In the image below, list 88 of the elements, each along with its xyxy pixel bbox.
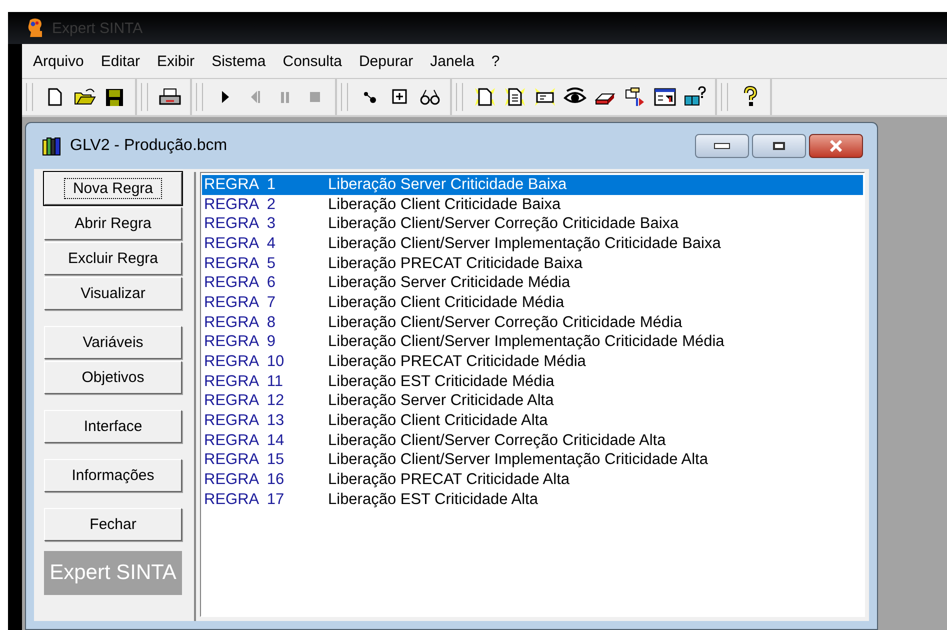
rule-description: Liberação Server Criticidade Alta — [328, 392, 554, 410]
sparkle-card-icon[interactable] — [533, 86, 557, 108]
rule-id: REGRA 2 — [203, 196, 276, 214]
rule-description: Liberação Client/Server Implementação Criticidade Alta — [328, 451, 708, 470]
rule-description: Liberação PRECAT Criticidade Média — [328, 353, 586, 372]
rule-id: REGRA 17 — [203, 490, 286, 509]
rule-row[interactable]: REGRA 2 Liberação Client Criticidade Baixa — [202, 194, 863, 214]
rule-row[interactable]: REGRA 16 Liberação PRECAT Criticidade Alta — [202, 470, 863, 490]
rule-id: REGRA 16 — [203, 471, 286, 490]
rule-id: REGRA 13 — [203, 412, 286, 430]
command-button[interactable]: Abrir Regra — [44, 207, 182, 240]
rule-id: REGRA 5 — [203, 254, 276, 273]
minimize-button[interactable] — [695, 134, 749, 158]
rule-row[interactable]: REGRA 4 Liberação Client/Server Implementação Criticidade Baixa — [202, 234, 863, 254]
rule-description: Liberação Client/Server Correção Criticidade Baixa — [328, 215, 679, 234]
rule-description: Liberação Client/Server Implementação Criticidade Baixa — [328, 234, 721, 253]
head-icon — [26, 18, 44, 38]
rule-id: REGRA 11 — [203, 372, 284, 391]
rule-row[interactable]: REGRA 7 Liberação Client Criticidade Média — [202, 293, 863, 313]
command-button[interactable]: Visualizar — [44, 277, 182, 310]
toolbar-grip[interactable] — [341, 83, 348, 111]
rule-id: REGRA 15 — [203, 451, 286, 470]
command-button[interactable]: Fechar — [44, 508, 182, 541]
maximize-button[interactable] — [752, 134, 806, 158]
rule-description: Liberação PRECAT Criticidade Baixa — [328, 254, 582, 273]
toolbar-grip[interactable] — [141, 83, 148, 111]
close-icon — [829, 140, 843, 152]
window-title: GLV2 - Produção.bcm — [70, 137, 228, 155]
rule-row[interactable]: REGRA 14 Liberação Client/Server Correção Criticidade Alta — [202, 430, 863, 451]
rule-row[interactable]: REGRA 9 Liberação Client/Server Implementação Criticidade Média — [202, 332, 863, 352]
toolbar-grip[interactable] — [196, 83, 203, 111]
rule-description: Liberação Client/Server Correção Criticidade Média — [328, 314, 682, 332]
menu-item[interactable]: Exibir — [150, 50, 202, 72]
rule-row[interactable]: REGRA 11 Liberação EST Criticidade Média — [202, 372, 863, 392]
close-button[interactable] — [809, 134, 863, 158]
sparkle-list-icon[interactable] — [503, 86, 527, 108]
rule-description: Liberação Server Criticidade Baixa — [328, 176, 567, 194]
brand-label: Expert SINTA — [44, 551, 182, 595]
rule-id: REGRA 4 — [203, 234, 276, 253]
rule-row[interactable]: REGRA 12 Liberação Server Criticidade Alta — [202, 392, 863, 412]
menu-item[interactable]: Sistema — [204, 50, 273, 72]
rule-row[interactable]: REGRA 1 Liberação Server Criticidade Baixa — [202, 175, 863, 195]
rule-row[interactable]: REGRA 17 Liberação EST Criticidade Alta — [202, 490, 863, 510]
rule-row[interactable]: REGRA 6 Liberação Server Criticidade Média — [202, 273, 863, 294]
toolbar-grip[interactable] — [721, 83, 728, 111]
rule-id: REGRA 14 — [203, 432, 286, 450]
rule-description: Liberação Server Criticidade Média — [328, 274, 570, 292]
rule-description: Liberação EST Criticidade Média — [328, 372, 554, 391]
rule-id: REGRA 3 — [203, 215, 276, 234]
book-help-icon[interactable] — [683, 86, 707, 108]
form-icon[interactable] — [653, 86, 677, 108]
menu-item[interactable]: Depurar — [352, 50, 420, 72]
rule-description: Liberação EST Criticidade Alta — [328, 490, 538, 509]
rule-description: Liberação Client Criticidade Baixa — [328, 196, 561, 214]
rule-id: REGRA 10 — [203, 353, 286, 372]
menu-item[interactable]: Editar — [94, 50, 148, 72]
rule-row[interactable]: REGRA 3 Liberação Client/Server Correção Criticidade Baixa — [202, 214, 863, 234]
rule-id: REGRA 12 — [203, 392, 286, 410]
rule-row[interactable]: REGRA 13 Liberação Client Criticidade Alta — [202, 411, 863, 431]
command-button[interactable]: Objetivos — [44, 361, 182, 394]
menu-item[interactable]: Janela — [423, 50, 482, 72]
rule-description: Liberação Client Criticidade Média — [328, 294, 564, 312]
rule-description: Liberação Client Criticidade Alta — [328, 412, 548, 430]
command-button[interactable]: Informações — [44, 459, 182, 492]
rule-row[interactable]: REGRA 8 Liberação Client/Server Correção Criticidade Média — [202, 312, 863, 332]
books-icon — [42, 136, 62, 156]
rule-description: Liberação Client/Server Correção Criticidade Alta — [328, 432, 666, 450]
rule-row[interactable]: REGRA 5 Liberação PRECAT Criticidade Baixa — [202, 254, 863, 274]
rule-description: Liberação PRECAT Criticidade Alta — [328, 471, 570, 490]
toolbar-grip[interactable] — [26, 83, 33, 111]
menu-item[interactable]: Consulta — [276, 50, 349, 72]
menu-item[interactable]: Arquivo — [26, 50, 91, 72]
rule-id: REGRA 8 — [203, 314, 276, 332]
command-button[interactable]: Excluir Regra — [44, 242, 182, 275]
toolbar-grip[interactable] — [456, 83, 463, 111]
rule-row[interactable]: REGRA 15 Liberação Client/Server Implementação Criticidade Alta — [202, 450, 863, 470]
printer-icon[interactable] — [158, 86, 182, 108]
rule-id: REGRA 1 — [203, 176, 276, 194]
rule-description: Liberação Client/Server Implementação Criticidade Média — [328, 333, 724, 352]
sparkle-page-icon[interactable] — [473, 86, 497, 108]
command-button[interactable]: Variáveis — [44, 326, 182, 359]
command-button[interactable]: Interface — [44, 410, 182, 443]
rule-id: REGRA 6 — [203, 274, 276, 292]
menu-item[interactable]: ? — [484, 50, 507, 72]
rule-row[interactable]: REGRA 10 Liberação PRECAT Criticidade Média — [202, 352, 863, 372]
rule-id: REGRA 7 — [203, 294, 276, 312]
rule-id: REGRA 9 — [203, 333, 276, 352]
command-button[interactable]: Nova Regra — [44, 172, 182, 205]
